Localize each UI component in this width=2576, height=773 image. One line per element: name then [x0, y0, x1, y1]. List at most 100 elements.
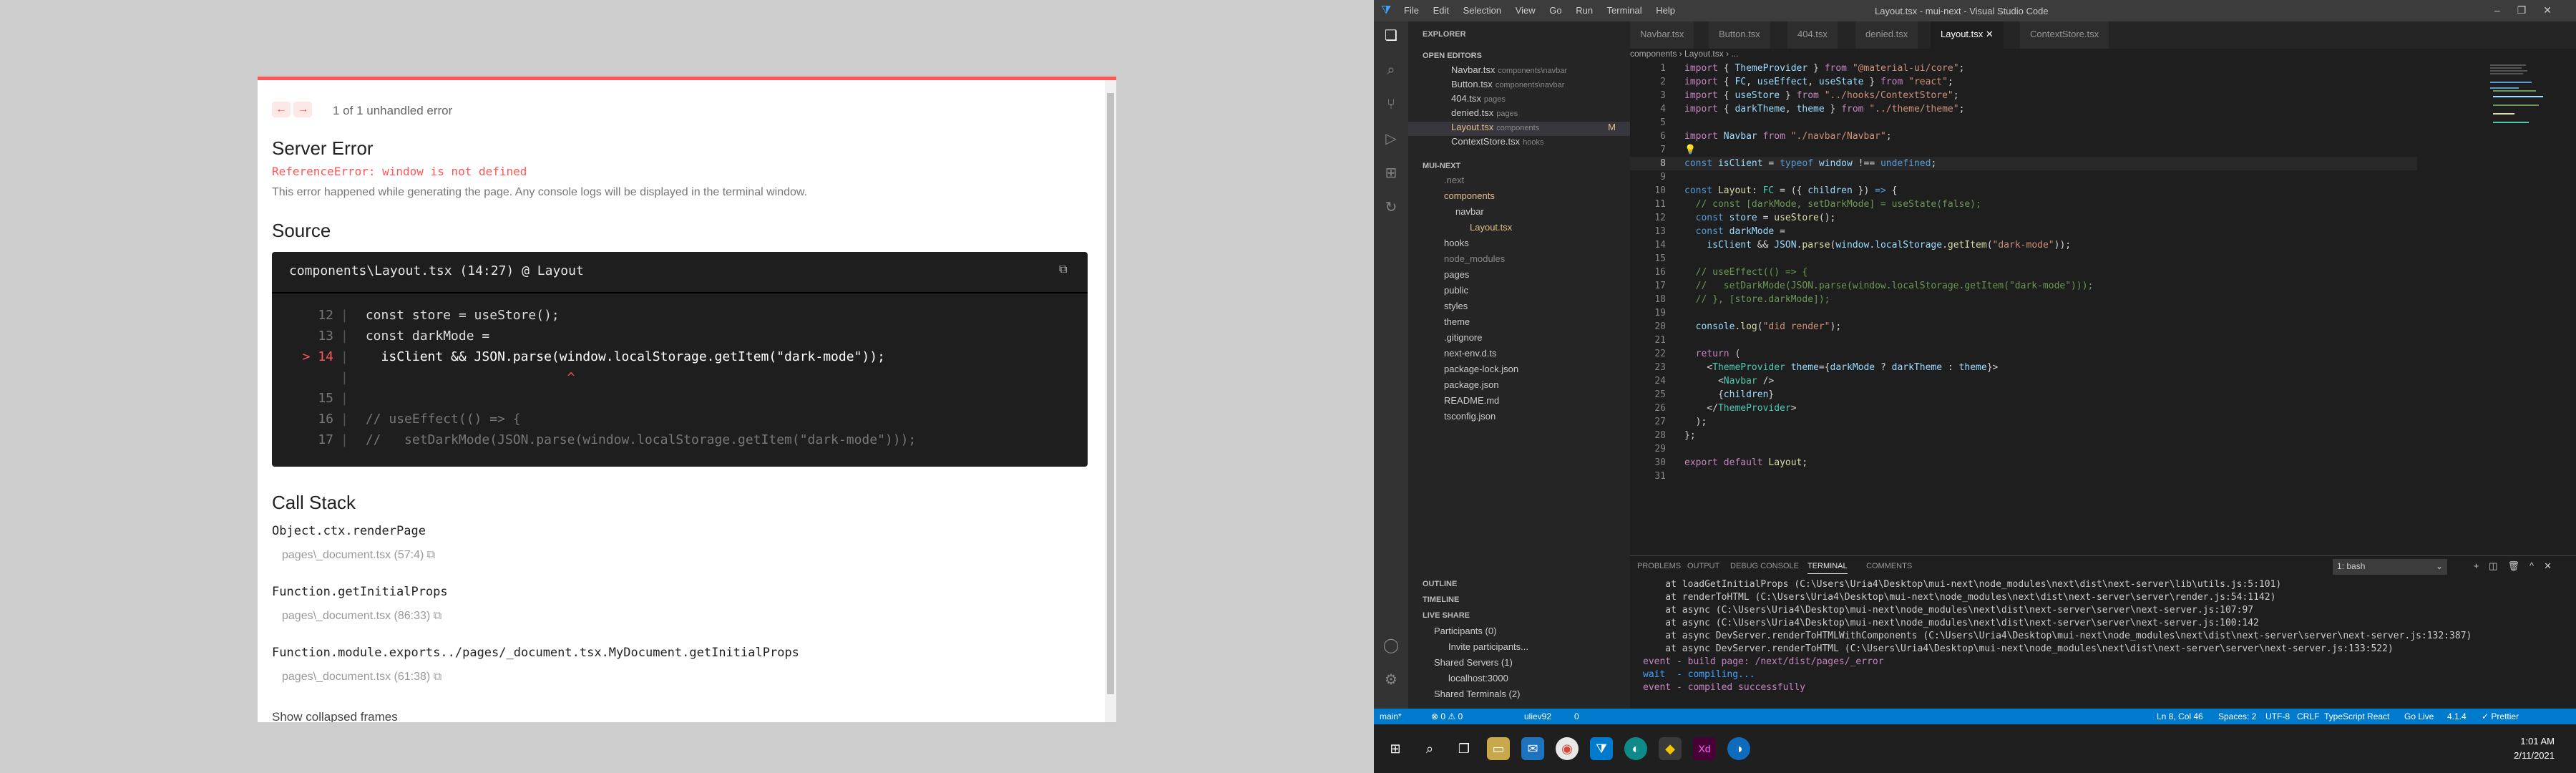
menu-file[interactable]: File [1404, 5, 1419, 16]
external-link-icon[interactable]: ⧉ [1059, 263, 1072, 276]
callstack-location[interactable]: pages\_document.tsx (57:4) ⧉ [282, 549, 435, 562]
code-editor[interactable]: 1 import { ThemeProvider } from "@materia… [1630, 62, 2576, 555]
menu-view[interactable]: View [1516, 5, 1536, 16]
external-link-icon[interactable]: ⧉ [434, 671, 441, 683]
tab-terminal[interactable]: TERMINAL [1807, 562, 1848, 574]
external-link-icon[interactable]: ⧉ [427, 549, 435, 561]
cursor-position[interactable]: Ln 8, Col 46 [2157, 711, 2203, 721]
maximize-icon[interactable]: ❐ [2517, 4, 2544, 16]
tree-file[interactable]: Layout.tsx [1470, 222, 1512, 233]
source-control-icon[interactable]: ⑂ [1382, 96, 1400, 113]
tree-folder[interactable]: .next [1444, 175, 1464, 185]
line-ending[interactable]: CRLF [2297, 711, 2319, 721]
tree-file[interactable]: next-env.d.ts [1444, 348, 1496, 359]
tree-file[interactable]: .gitignore [1444, 332, 1482, 343]
timeline-header[interactable]: TIMELINE [1423, 595, 1459, 604]
tree-folder[interactable]: hooks [1444, 238, 1469, 248]
close-tab-icon[interactable]: ✕ [1986, 29, 1994, 39]
tree-file[interactable]: package-lock.json [1444, 364, 1518, 374]
participants-item[interactable]: Participants (0) [1434, 626, 1496, 636]
shared-servers-item[interactable]: Shared Servers (1) [1434, 657, 1513, 668]
tab-problems[interactable]: PROBLEMS [1637, 562, 1681, 570]
close-icon[interactable]: ✕ [2543, 4, 2569, 16]
open-editor-item[interactable]: denied.tsx pages [1451, 107, 1518, 118]
menu-edit[interactable]: Edit [1433, 5, 1449, 16]
ports-count[interactable]: 0 [1574, 711, 1579, 721]
add-terminal-icon[interactable]: + [2474, 560, 2489, 571]
menu-help[interactable]: Help [1656, 5, 1675, 16]
sticky-app-icon[interactable]: ◆ [1659, 737, 1682, 760]
language-mode[interactable]: TypeScript React [2324, 711, 2389, 721]
tree-folder[interactable]: components [1444, 190, 1495, 201]
open-editor-item-active[interactable]: Layout.tsx components M [1408, 122, 1630, 136]
open-editors-header[interactable]: OPEN EDITORS [1423, 52, 1482, 60]
chrome-icon[interactable]: ◉ [1556, 737, 1579, 760]
ts-version[interactable]: 4.1.4 [2447, 711, 2467, 721]
problems-count[interactable]: ⊗ 0 ⚠ 0 [1431, 711, 1463, 721]
tree-file[interactable]: README.md [1444, 395, 1499, 406]
tab-404[interactable]: 404.tsx [1787, 21, 1838, 49]
live-share-header[interactable]: LIVE SHARE [1423, 611, 1470, 620]
tab-comments[interactable]: COMMENTS [1866, 562, 1912, 570]
menu-selection[interactable]: Selection [1463, 5, 1501, 16]
go-live-button[interactable]: Go Live [2404, 711, 2434, 721]
tree-folder[interactable]: node_modules [1444, 253, 1505, 264]
tab-denied[interactable]: denied.tsx [1855, 21, 1919, 49]
search-icon[interactable]: ⌕ [1382, 62, 1400, 79]
terminal-select[interactable]: 1: bash ⌄ [2333, 559, 2447, 575]
tab-layout[interactable]: Layout.tsx ✕ [1931, 21, 2004, 49]
edge-icon[interactable]: ◐ [1624, 737, 1647, 760]
tree-folder[interactable]: styles [1444, 301, 1468, 311]
account-icon[interactable]: ◯ [1382, 637, 1400, 654]
menu-run[interactable]: Run [1576, 5, 1593, 16]
tree-folder[interactable]: pages [1444, 269, 1469, 280]
open-editor-item[interactable]: 404.tsx pages [1451, 93, 1506, 104]
git-branch[interactable]: main* [1380, 711, 1402, 721]
minimap[interactable] [2490, 62, 2562, 147]
tree-folder[interactable]: theme [1444, 316, 1470, 327]
run-debug-icon[interactable]: ▷ [1382, 130, 1400, 147]
windows-start-icon[interactable]: ⊞ [1384, 737, 1407, 760]
split-terminal-icon[interactable]: ◫ [2489, 560, 2507, 571]
scrollbar-thumb[interactable] [1107, 93, 1114, 694]
live-share-icon[interactable]: ↻ [1382, 199, 1400, 216]
external-link-icon[interactable]: ⧉ [434, 610, 441, 622]
prev-error-button[interactable]: ← [272, 102, 291, 117]
vscode-icon[interactable]: ⧩ [1590, 737, 1613, 760]
mail-icon[interactable]: ✉ [1521, 737, 1544, 760]
shared-terminals-item[interactable]: Shared Terminals (2) [1434, 689, 1520, 699]
open-editor-item[interactable]: ContextStore.tsx hooks [1451, 136, 1543, 147]
localhost-item[interactable]: localhost:3000 [1448, 673, 1508, 684]
tab-contextstore[interactable]: ContextStore.tsx [2020, 21, 2110, 49]
task-view-icon[interactable]: ❐ [1453, 737, 1475, 760]
menu-terminal[interactable]: Terminal [1607, 5, 1642, 16]
edge-beta-icon[interactable]: ◑ [1727, 737, 1750, 760]
close-panel-icon[interactable]: ✕ [2544, 560, 2562, 571]
indentation[interactable]: Spaces: 2 [2218, 711, 2256, 721]
minimize-icon[interactable]: – [2494, 4, 2517, 16]
prettier-status[interactable]: ✓ Prettier [2482, 711, 2519, 721]
callstack-location[interactable]: pages\_document.tsx (61:38) ⧉ [282, 671, 441, 684]
trash-icon[interactable]: 🗑 [2507, 560, 2529, 571]
encoding[interactable]: UTF-8 [2265, 711, 2290, 721]
xd-icon[interactable]: Xd [1693, 737, 1716, 760]
menu-go[interactable]: Go [1549, 5, 1561, 16]
source-file-link[interactable]: components\Layout.tsx (14:27) @ Layout [289, 263, 584, 278]
tab-navbar[interactable]: Navbar.tsx [1630, 21, 1695, 49]
tree-folder[interactable]: navbar [1455, 206, 1484, 217]
system-clock[interactable]: 1:01 AM 2/11/2021 [2514, 734, 2555, 763]
breadcrumb[interactable]: components › Layout.tsx › ... [1630, 49, 1738, 59]
tree-folder[interactable]: public [1444, 285, 1468, 296]
outline-header[interactable]: OUTLINE [1423, 580, 1457, 588]
tab-button[interactable]: Button.tsx [1709, 21, 1771, 49]
show-collapsed-frames-button[interactable]: Show collapsed frames [272, 710, 398, 722]
tab-debug-console[interactable]: DEBUG CONSOLE [1730, 562, 1799, 570]
callstack-location[interactable]: pages\_document.tsx (86:33) ⧉ [282, 610, 441, 623]
maximize-panel-icon[interactable]: ^ [2529, 560, 2544, 571]
open-editor-item[interactable]: Navbar.tsx components\navbar [1451, 64, 1567, 75]
tree-file[interactable]: package.json [1444, 379, 1499, 390]
settings-gear-icon[interactable]: ⚙ [1382, 671, 1400, 689]
project-header[interactable]: MUI-NEXT [1423, 162, 1460, 170]
open-editor-item[interactable]: Button.tsx components\navbar [1451, 79, 1564, 89]
tree-file[interactable]: tsconfig.json [1444, 411, 1496, 422]
